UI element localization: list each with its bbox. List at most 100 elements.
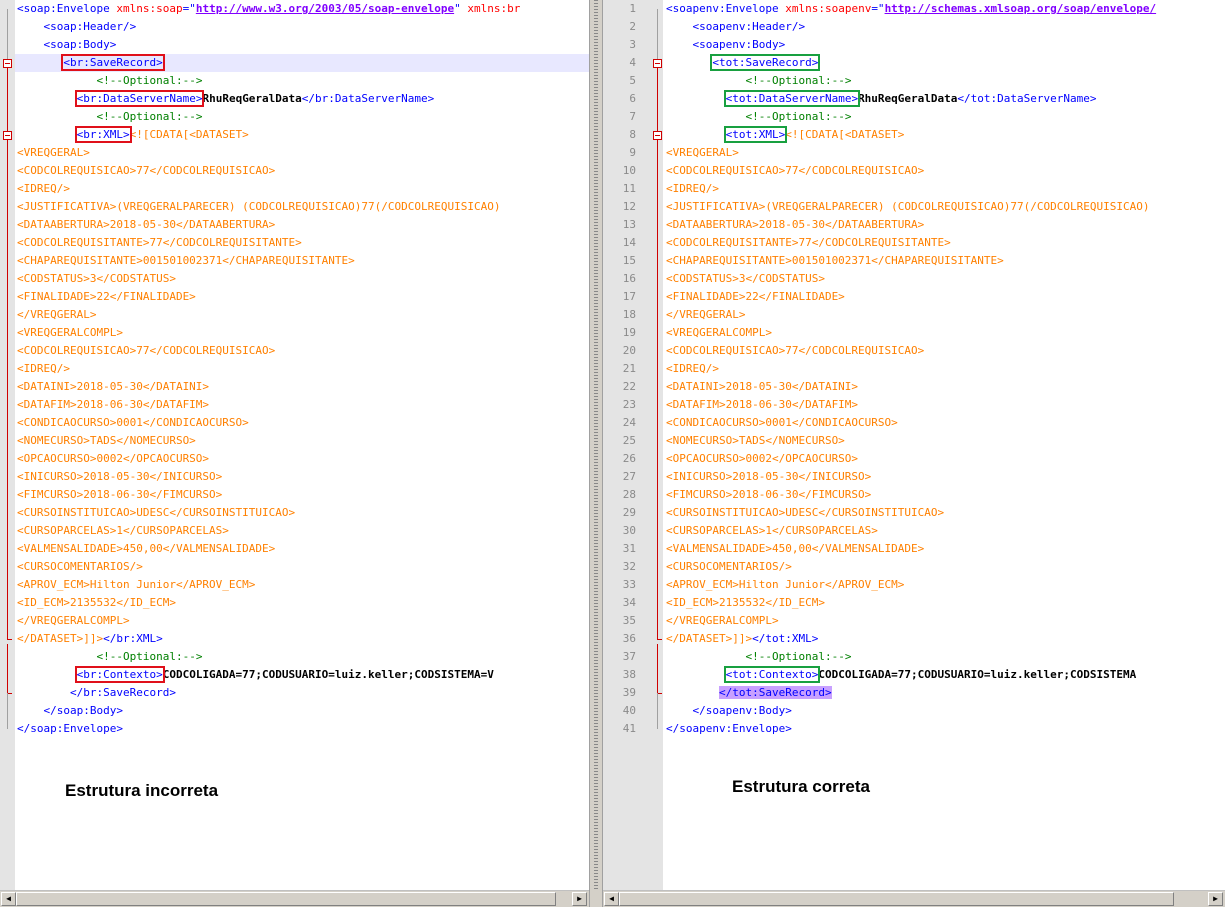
code-line[interactable]: <DATAFIM>2018-06-30</DATAFIM> bbox=[17, 396, 209, 414]
scroll-left-arrow-icon[interactable]: ◀ bbox=[604, 892, 619, 906]
code-line[interactable]: <soap:Body> bbox=[17, 36, 116, 54]
code-line[interactable]: <CODSTATUS>3</CODSTATUS> bbox=[17, 270, 176, 288]
scrollbar-thumb[interactable] bbox=[619, 892, 1174, 906]
code-line[interactable]: <FIMCURSO>2018-06-30</FIMCURSO> bbox=[17, 486, 222, 504]
scrollbar-thumb[interactable] bbox=[16, 892, 556, 906]
code-line[interactable]: <VALMENSALIDADE>450,00</VALMENSALIDADE> bbox=[17, 540, 275, 558]
code-line[interactable]: <CODCOLREQUISICAO>77</CODCOLREQUISICAO> bbox=[17, 162, 275, 180]
code-line[interactable]: <VREQGERAL> bbox=[17, 144, 90, 162]
code-line[interactable]: <tot:SaveRecord> bbox=[666, 54, 821, 72]
line-number-gutter[interactable]: 1 2 3 4 5 6 7 8 9 10 11 12 13 14 15 16 17 18 19 20 21 22 23 24 2… bbox=[603, 0, 663, 890]
code-line[interactable]: <CURSOPARCELAS>1</CURSOPARCELAS> bbox=[17, 522, 229, 540]
code-line[interactable]: <CURSOINSTITUICAO>UDESC</CURSOINSTITUICA… bbox=[17, 504, 295, 522]
code-line[interactable]: <CURSOINSTITUICAO>UDESC</CURSOINSTITUICA… bbox=[666, 504, 944, 522]
code-line[interactable]: <APROV_ECM>Hilton Junior</APROV_ECM> bbox=[666, 576, 904, 594]
code-line[interactable]: <CODCOLREQUISICAO>77</CODCOLREQUISICAO> bbox=[17, 342, 275, 360]
code-line[interactable]: </soapenv:Envelope> bbox=[666, 720, 792, 738]
code-line[interactable]: <APROV_ECM>Hilton Junior</APROV_ECM> bbox=[17, 576, 255, 594]
code-line[interactable]: </tot:SaveRecord> bbox=[666, 684, 832, 702]
scroll-right-arrow-icon[interactable]: ▶ bbox=[572, 892, 587, 906]
code-line[interactable]: <CODCOLREQUISITANTE>77</CODCOLREQUISITAN… bbox=[666, 234, 951, 252]
code-line[interactable]: <OPCAOCURSO>0002</OPCAOCURSO> bbox=[666, 450, 858, 468]
code-line[interactable]: <soapenv:Body> bbox=[666, 36, 785, 54]
code-line[interactable]: <!--Optional:--> bbox=[17, 108, 202, 126]
fold-gutter[interactable] bbox=[0, 0, 15, 890]
code-line[interactable]: <br:SaveRecord> bbox=[17, 54, 165, 72]
code-line[interactable]: <JUSTIFICATIVA>(VREQGERALPARECER) (CODCO… bbox=[666, 198, 1149, 216]
fold-minus-icon[interactable] bbox=[3, 131, 12, 140]
code-line[interactable]: <CODCOLREQUISICAO>77</CODCOLREQUISICAO> bbox=[666, 162, 924, 180]
code-line[interactable]: <soapenv:Envelope xmlns:soapenv="http://… bbox=[666, 0, 1156, 18]
code-line[interactable]: <NOMECURSO>TADS</NOMECURSO> bbox=[17, 432, 196, 450]
code-line[interactable]: <IDREQ/> bbox=[17, 360, 70, 378]
code-line[interactable]: <soap:Envelope xmlns:soap="http://www.w3… bbox=[17, 0, 520, 18]
code-line[interactable]: </DATASET>]]></tot:XML> bbox=[666, 630, 818, 648]
code-line[interactable]: </soap:Envelope> bbox=[17, 720, 123, 738]
code-line[interactable]: <CODCOLREQUISICAO>77</CODCOLREQUISICAO> bbox=[666, 342, 924, 360]
horizontal-scrollbar[interactable]: ◀ ▶ bbox=[603, 890, 1225, 907]
code-line[interactable]: </VREQGERALCOMPL> bbox=[666, 612, 779, 630]
code-line[interactable]: </soap:Body> bbox=[17, 702, 122, 720]
scroll-left-arrow-icon[interactable]: ◀ bbox=[1, 892, 16, 906]
code-line[interactable]: <ID_ECM>2135532</ID_ECM> bbox=[666, 594, 825, 612]
code-line[interactable]: <!--Optional:--> bbox=[17, 648, 202, 666]
code-line[interactable]: <br:XML><![CDATA[<DATASET> bbox=[17, 126, 249, 144]
code-line[interactable]: </soapenv:Body> bbox=[666, 702, 791, 720]
code-line[interactable]: <!--Optional:--> bbox=[666, 108, 851, 126]
code-line[interactable]: <VREQGERALCOMPL> bbox=[666, 324, 772, 342]
code-line[interactable]: </VREQGERALCOMPL> bbox=[17, 612, 130, 630]
editor-pane-left[interactable]: <soap:Envelope xmlns:soap="http://www.w3… bbox=[0, 0, 589, 907]
code-line[interactable]: <IDREQ/> bbox=[666, 180, 719, 198]
fold-minus-icon[interactable] bbox=[653, 59, 662, 68]
code-line[interactable]: <VREQGERAL> bbox=[666, 144, 739, 162]
code-line[interactable]: <CONDICAOCURSO>0001</CONDICAOCURSO> bbox=[666, 414, 898, 432]
code-line[interactable]: <soapenv:Header/> bbox=[666, 18, 805, 36]
code-line[interactable]: <FINALIDADE>22</FINALIDADE> bbox=[17, 288, 196, 306]
code-line[interactable]: <OPCAOCURSO>0002</OPCAOCURSO> bbox=[17, 450, 209, 468]
code-line[interactable]: <FINALIDADE>22</FINALIDADE> bbox=[666, 288, 845, 306]
code-line[interactable]: <!--Optional:--> bbox=[666, 648, 851, 666]
code-line[interactable]: <DATAINI>2018-05-30</DATAINI> bbox=[666, 378, 858, 396]
splitter-grip[interactable] bbox=[594, 0, 598, 890]
code-line[interactable]: <CURSOCOMENTARIOS/> bbox=[666, 558, 792, 576]
code-line[interactable]: <DATAINI>2018-05-30</DATAINI> bbox=[17, 378, 209, 396]
code-line[interactable]: <CHAPAREQUISITANTE>001501002371</CHAPARE… bbox=[666, 252, 1004, 270]
code-line[interactable]: <IDREQ/> bbox=[17, 180, 70, 198]
code-line[interactable]: <IDREQ/> bbox=[666, 360, 719, 378]
code-line[interactable]: <VALMENSALIDADE>450,00</VALMENSALIDADE> bbox=[666, 540, 924, 558]
code-line[interactable]: <DATAABERTURA>2018-05-30</DATAABERTURA> bbox=[17, 216, 275, 234]
code-line[interactable]: <INICURSO>2018-05-30</INICURSO> bbox=[17, 468, 222, 486]
code-line[interactable]: <tot:DataServerName>RhuReqGeralData</tot… bbox=[666, 90, 1096, 108]
code-line[interactable]: <DATAABERTURA>2018-05-30</DATAABERTURA> bbox=[666, 216, 924, 234]
code-line[interactable]: <FIMCURSO>2018-06-30</FIMCURSO> bbox=[666, 486, 871, 504]
code-line[interactable]: <!--Optional:--> bbox=[666, 72, 851, 90]
code-line[interactable]: <CURSOPARCELAS>1</CURSOPARCELAS> bbox=[666, 522, 878, 540]
code-line[interactable]: <soap:Header/> bbox=[17, 18, 136, 36]
code-line[interactable]: <VREQGERALCOMPL> bbox=[17, 324, 123, 342]
code-line[interactable]: </VREQGERAL> bbox=[17, 306, 96, 324]
code-line[interactable]: <CODCOLREQUISITANTE>77</CODCOLREQUISITAN… bbox=[17, 234, 302, 252]
code-line[interactable]: <!--Optional:--> bbox=[17, 72, 202, 90]
scroll-right-arrow-icon[interactable]: ▶ bbox=[1208, 892, 1223, 906]
code-line[interactable]: <CODSTATUS>3</CODSTATUS> bbox=[666, 270, 825, 288]
code-line[interactable]: <tot:Contexto>CODCOLIGADA=77;CODUSUARIO=… bbox=[666, 666, 1136, 684]
code-line[interactable]: <JUSTIFICATIVA>(VREQGERALPARECER) (CODCO… bbox=[17, 198, 500, 216]
fold-minus-icon[interactable] bbox=[653, 131, 662, 140]
code-line[interactable]: <INICURSO>2018-05-30</INICURSO> bbox=[666, 468, 871, 486]
code-line[interactable]: <NOMECURSO>TADS</NOMECURSO> bbox=[666, 432, 845, 450]
horizontal-scrollbar[interactable]: ◀ ▶ bbox=[0, 890, 589, 907]
code-line[interactable]: <CURSOCOMENTARIOS/> bbox=[17, 558, 143, 576]
code-line[interactable]: <DATAFIM>2018-06-30</DATAFIM> bbox=[666, 396, 858, 414]
fold-minus-icon[interactable] bbox=[3, 59, 12, 68]
pane-splitter[interactable] bbox=[589, 0, 603, 907]
editor-pane-right[interactable]: 1 2 3 4 5 6 7 8 9 10 11 12 13 14 15 16 17 18 19 20 21 22 23 24 2… bbox=[603, 0, 1225, 907]
code-line[interactable]: <CONDICAOCURSO>0001</CONDICAOCURSO> bbox=[17, 414, 249, 432]
code-line[interactable]: <br:Contexto>CODCOLIGADA=77;CODUSUARIO=l… bbox=[17, 666, 494, 684]
code-line[interactable]: <br:DataServerName>RhuReqGeralData</br:D… bbox=[17, 90, 434, 108]
code-line[interactable]: <ID_ECM>2135532</ID_ECM> bbox=[17, 594, 176, 612]
code-line[interactable]: </br:SaveRecord> bbox=[17, 684, 176, 702]
code-line[interactable]: </DATASET>]]></br:XML> bbox=[17, 630, 163, 648]
code-line[interactable]: <tot:XML><![CDATA[<DATASET> bbox=[666, 126, 904, 144]
code-line[interactable]: <CHAPAREQUISITANTE>001501002371</CHAPARE… bbox=[17, 252, 355, 270]
code-line[interactable]: </VREQGERAL> bbox=[666, 306, 745, 324]
